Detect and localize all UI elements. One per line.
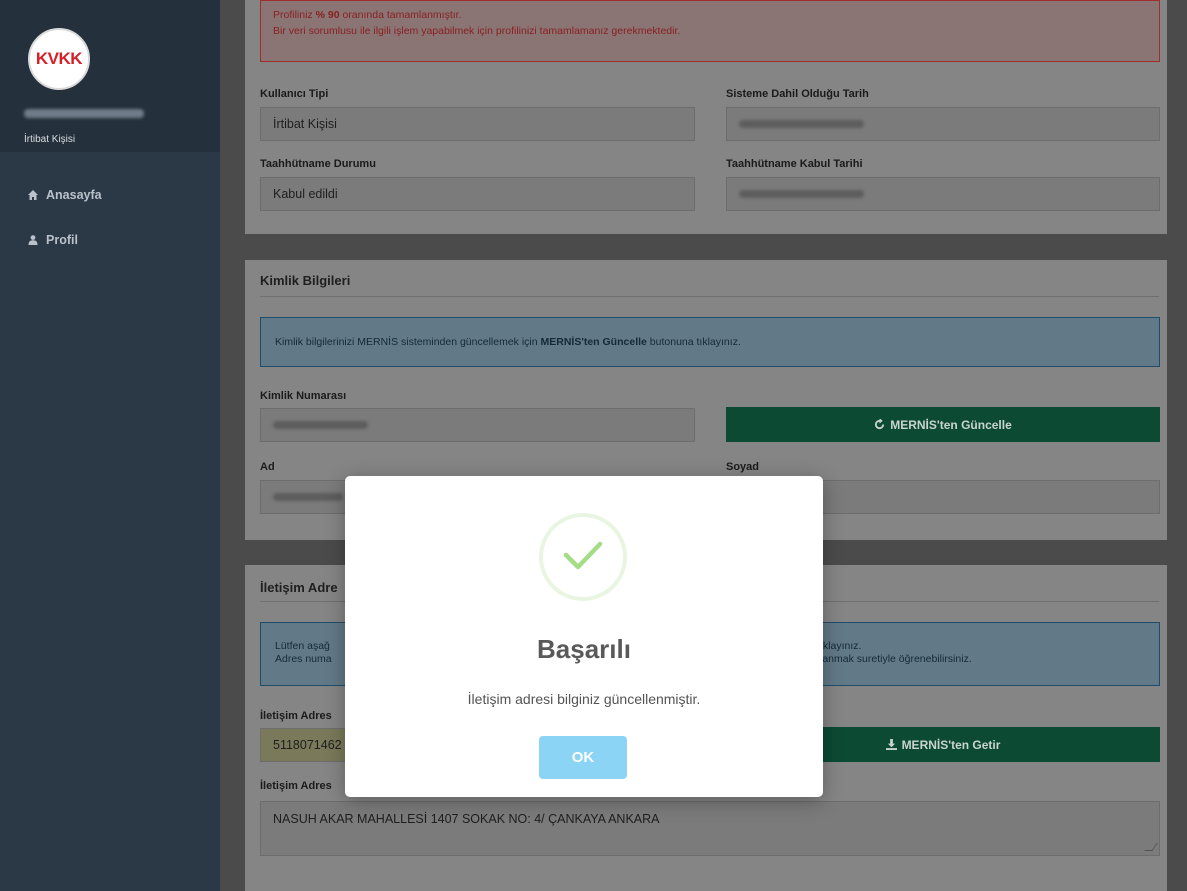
address-textarea[interactable]: NASUH AKAR MAHALLESİ 1407 SOKAK NO: 4/ Ç… (260, 801, 1160, 856)
redacted-value (739, 120, 864, 128)
join-date-field (726, 107, 1160, 141)
completion-percent: % 90 (315, 9, 340, 21)
sidebar-item-profil[interactable]: Profil (28, 233, 78, 247)
profile-completion-alert: Profiliniz % 90 oranında tamamlanmıştır.… (260, 0, 1160, 62)
profile-requirement-line: Bir veri sorumlusu ile ilgili işlem yapa… (273, 25, 681, 37)
sidebar-user-panel: KVKK İrtibat Kişisi (0, 0, 220, 152)
commitment-date-label: Taahhütname Kabul Tarihi (726, 158, 863, 170)
address-title: İletişim Adre (260, 580, 338, 595)
success-icon-ring (539, 513, 627, 601)
kvkk-logo: KVKK (28, 28, 90, 90)
check-icon (563, 541, 603, 570)
surname-label: Soyad (726, 461, 760, 473)
sidebar: KVKK İrtibat Kişisi Anasayfa Profil (0, 0, 220, 891)
mernis-update-button[interactable]: MERNİS'ten Güncelle (726, 407, 1160, 442)
refresh-icon (875, 419, 885, 430)
success-dialog: Başarılı İletişim adresi bilginiz güncel… (345, 476, 823, 797)
account-panel: Profiliniz % 90 oranında tamamlanmıştır.… (245, 0, 1167, 234)
resize-handle[interactable] (1144, 843, 1158, 851)
join-date-label: Sisteme Dahil Olduğu Tarih (726, 88, 869, 100)
dialog-message: İletişim adresi bilginiz güncellenmiştir… (467, 691, 701, 707)
commitment-status-field: Kabul edildi (260, 177, 695, 211)
commitment-date-field (726, 177, 1160, 211)
commitment-status-label: Taahhütname Durumu (260, 158, 376, 170)
redacted-value (273, 493, 343, 501)
name-label: Ad (260, 461, 275, 473)
user-type-label: Kullanıcı Tipi (260, 88, 329, 100)
redacted-value (273, 421, 368, 429)
redacted-value (739, 190, 864, 198)
id-number-field[interactable] (260, 408, 695, 442)
user-role: İrtibat Kişisi (24, 134, 76, 145)
address-text-label: İletişim Adres (260, 780, 332, 792)
sidebar-item-anasayfa[interactable]: Anasayfa (28, 188, 102, 202)
sidebar-item-label: Profil (46, 233, 78, 247)
identity-title: Kimlik Bilgileri (260, 273, 351, 288)
user-type-field: İrtibat Kişisi (260, 107, 695, 141)
user-name-redacted (24, 109, 144, 118)
sidebar-item-label: Anasayfa (46, 188, 102, 202)
download-icon (885, 739, 897, 750)
id-number-label: Kimlik Numarası (260, 390, 347, 402)
ok-button[interactable]: OK (539, 736, 627, 779)
profile-completion-line: Profiliniz % 90 oranında tamamlanmıştır. (273, 9, 462, 21)
address-code-label: İletişim Adres (260, 710, 332, 722)
identity-info-alert: Kimlik bilgilerinizi MERNİS sisteminden … (260, 317, 1160, 367)
info-bold-text: MERNİS'ten Güncelle (540, 336, 647, 348)
logo-text: KVKK (35, 49, 83, 68)
user-icon (28, 235, 38, 245)
home-icon (28, 190, 38, 200)
divider (260, 296, 1159, 297)
dialog-title: Başarılı (537, 634, 631, 664)
